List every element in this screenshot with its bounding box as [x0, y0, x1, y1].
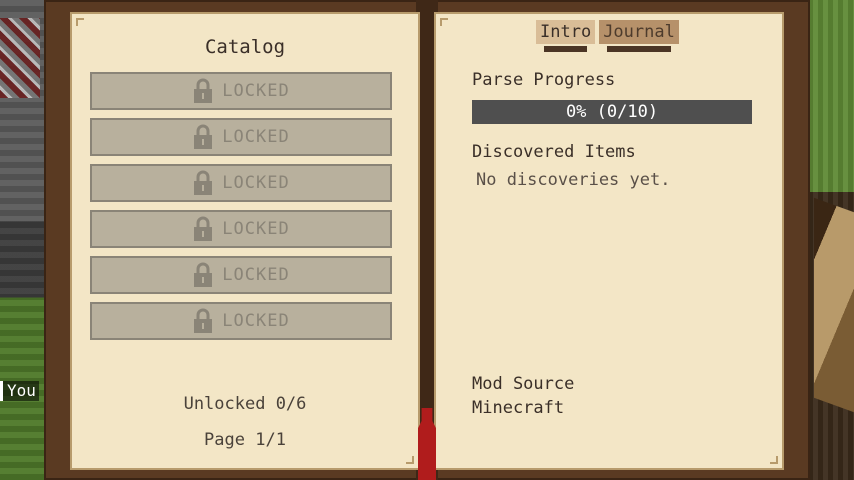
tab-intro[interactable]: Intro — [536, 20, 596, 52]
catalog-title: Catalog — [204, 36, 286, 58]
book-frame: Catalog LOCKED LOCKED LOCKED LOCKED LOCK… — [44, 0, 810, 480]
slot-label: LOCKED — [222, 81, 290, 101]
lock-icon — [192, 262, 214, 288]
parse-progress-label: Parse Progress — [472, 70, 616, 90]
unlocked-count: Unlocked 0/6 — [183, 394, 307, 414]
wooden-plank — [814, 197, 854, 413]
slot-label: LOCKED — [222, 127, 290, 147]
lock-icon — [192, 308, 214, 334]
catalog-slot[interactable]: LOCKED — [90, 210, 392, 248]
tab-stand — [544, 46, 588, 52]
slot-label: LOCKED — [222, 219, 290, 239]
parse-progress-bar: 0% (0/10) — [472, 100, 752, 124]
redstone-block — [0, 18, 40, 98]
lock-icon — [192, 216, 214, 242]
catalog-slot[interactable]: LOCKED — [90, 164, 392, 202]
lock-icon — [192, 170, 214, 196]
lock-icon — [192, 78, 214, 104]
game-world-right — [808, 0, 854, 480]
lock-icon — [192, 124, 214, 150]
catalog-slot[interactable]: LOCKED — [90, 302, 392, 340]
slot-label: LOCKED — [222, 311, 290, 331]
discoveries-empty-text: No discoveries yet. — [476, 170, 671, 190]
slot-label: LOCKED — [222, 265, 290, 285]
catalog-slot[interactable]: LOCKED — [90, 72, 392, 110]
catalog-page: Catalog LOCKED LOCKED LOCKED LOCKED LOCK… — [70, 12, 420, 470]
tab-label: Journal — [603, 22, 675, 42]
tab-stand — [607, 46, 671, 52]
page-indicator: Page 1/1 — [204, 430, 286, 450]
game-world-left — [0, 0, 44, 480]
tab-journal[interactable]: Journal — [599, 20, 679, 52]
journal-page: Intro Journal Parse Progress 0% (0/10) D… — [434, 12, 784, 470]
chat-message: You — [0, 381, 39, 401]
catalog-slot[interactable]: LOCKED — [90, 256, 392, 294]
tab-label: Intro — [540, 22, 592, 42]
mod-source-label: Mod Source — [472, 374, 575, 394]
mod-source-value: Minecraft — [472, 398, 565, 418]
journal-tabs: Intro Journal — [536, 20, 679, 52]
slot-label: LOCKED — [222, 173, 290, 193]
discovered-items-label: Discovered Items — [472, 142, 636, 162]
catalog-slot[interactable]: LOCKED — [90, 118, 392, 156]
